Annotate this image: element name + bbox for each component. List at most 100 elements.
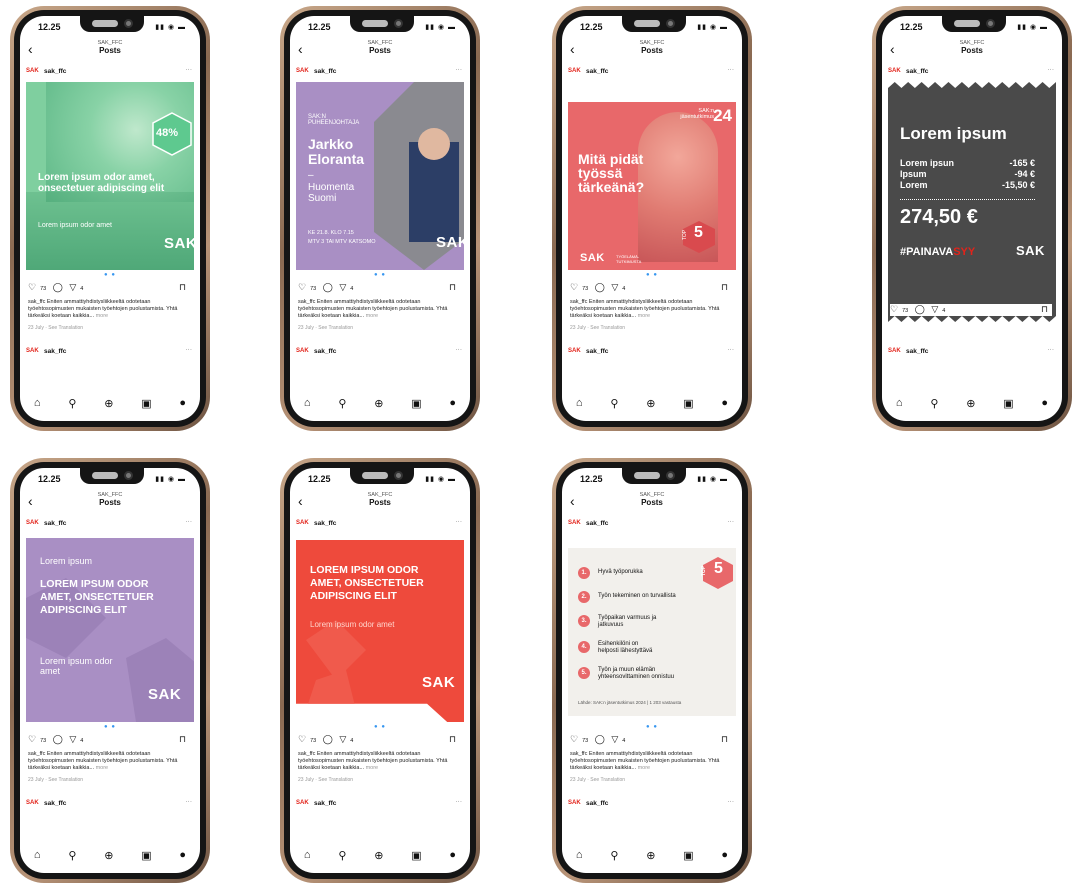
sak-avatar[interactable]: SAK [26,800,39,806]
comment-icon[interactable]: ◯ [323,734,333,744]
more-link[interactable]: more [638,313,651,319]
receipt-post[interactable]: Lorem ipsum Lorem ipsun -165 € Ipsum -94 €… [888,82,1056,322]
comment-icon[interactable]: ◯ [915,304,925,314]
post-author-row[interactable]: SAK sak_ffc ··· [26,518,194,530]
back-icon[interactable]: ‹ [28,494,33,508]
back-icon[interactable]: ‹ [890,42,895,56]
post-date[interactable]: 23 July · See Translation [570,777,625,783]
post-date[interactable]: 23 July · See Translation [298,777,353,783]
post-username[interactable]: sak_ffc [314,68,336,75]
sak-avatar[interactable]: SAK [568,68,581,74]
search-icon[interactable]: ⚲ [610,397,618,413]
post-image[interactable]: LOREM IPSUM ODOR AMET, ONSECTETUER ADIPI… [296,540,464,722]
sak-avatar[interactable]: SAK [26,520,39,526]
search-icon[interactable]: ⚲ [338,397,346,413]
comment-icon[interactable]: ◯ [595,734,605,744]
more-options-icon[interactable]: ··· [456,518,463,525]
more-options-icon[interactable]: ··· [1048,66,1055,73]
sak-avatar[interactable]: SAK [568,348,581,354]
post-author-row[interactable]: SAK sak_ffc ··· [568,518,736,530]
post-image[interactable]: SAK:N PUHEENJOHTAJA Jarkko Eloranta – Hu… [296,82,464,270]
next-post-author-row[interactable]: SAK sak_ffc ··· [888,346,1056,358]
create-icon[interactable]: ⊕ [646,397,655,413]
reels-icon[interactable]: ▣ [683,397,693,413]
heart-icon[interactable]: ♡ [298,734,306,744]
next-post-author-row[interactable]: SAK sak_ffc ··· [296,798,464,810]
create-icon[interactable]: ⊕ [104,397,113,413]
more-options-icon[interactable]: ··· [456,798,463,805]
post-image[interactable]: TOP 5 1. Hyvä työporukka 2. Työn tekemin… [568,548,736,716]
reels-icon[interactable]: ▣ [141,397,151,413]
more-options-icon[interactable]: ··· [728,346,735,353]
sak-avatar[interactable]: SAK [296,68,309,74]
reels-icon[interactable]: ▣ [141,849,151,865]
create-icon[interactable]: ⊕ [104,849,113,865]
sak-avatar[interactable]: SAK [888,68,901,74]
home-icon[interactable]: ⌂ [34,849,41,865]
profile-icon[interactable]: ● [449,397,456,413]
heart-icon[interactable]: ♡ [28,734,36,744]
home-icon[interactable]: ⌂ [34,397,41,413]
post-username[interactable]: sak_ffc [314,520,336,527]
post-author-row[interactable]: SAK sak_ffc ··· [296,518,464,530]
sak-avatar[interactable]: SAK [296,800,309,806]
post-username[interactable]: sak_ffc [44,348,66,355]
search-icon[interactable]: ⚲ [930,397,938,413]
bookmark-icon[interactable]: ⊓ [721,282,728,293]
post-username[interactable]: sak_ffc [586,348,608,355]
heart-icon[interactable]: ♡ [28,282,36,292]
bookmark-icon[interactable]: ⊓ [721,734,728,745]
more-options-icon[interactable]: ··· [728,518,735,525]
search-icon[interactable]: ⚲ [68,397,76,413]
bookmark-icon[interactable]: ⊓ [449,282,456,293]
more-link[interactable]: more [96,313,109,319]
next-post-author-row[interactable]: SAK sak_ffc ··· [296,346,464,358]
bookmark-icon[interactable]: ⊓ [179,734,186,745]
heart-icon[interactable]: ♡ [570,734,578,744]
post-username[interactable]: sak_ffc [314,348,336,355]
bookmark-icon[interactable]: ⊓ [449,734,456,745]
comment-icon[interactable]: ◯ [595,282,605,292]
profile-icon[interactable]: ● [721,397,728,413]
sak-avatar[interactable]: SAK [296,520,309,526]
post-author-row[interactable]: SAK sak_ffc ··· [888,66,1056,78]
more-link[interactable]: more [366,313,379,319]
profile-icon[interactable]: ● [179,397,186,413]
share-icon[interactable]: ▽ [611,282,618,292]
more-options-icon[interactable]: ··· [186,518,193,525]
back-icon[interactable]: ‹ [298,494,303,508]
home-icon[interactable]: ⌂ [304,849,311,865]
bookmark-icon[interactable]: ⊓ [179,282,186,293]
post-date[interactable]: 23 July · See Translation [298,325,353,331]
post-image[interactable]: Lorem ipsum LOREM IPSUM ODOR AMET, ONSEC… [26,538,194,722]
reels-icon[interactable]: ▣ [1003,397,1013,413]
post-username[interactable]: sak_ffc [586,520,608,527]
sak-avatar[interactable]: SAK [568,800,581,806]
home-icon[interactable]: ⌂ [896,397,903,413]
comment-icon[interactable]: ◯ [323,282,333,292]
more-link[interactable]: more [96,765,109,771]
next-post-author-row[interactable]: SAK sak_ffc ··· [568,798,736,810]
post-date[interactable]: 23 July · See Translation [28,777,83,783]
more-options-icon[interactable]: ··· [456,66,463,73]
profile-icon[interactable]: ● [721,849,728,865]
more-options-icon[interactable]: ··· [1048,346,1055,353]
create-icon[interactable]: ⊕ [374,397,383,413]
sak-avatar[interactable]: SAK [568,520,581,526]
next-post-author-row[interactable]: SAK sak_ffc ··· [568,346,736,358]
reels-icon[interactable]: ▣ [683,849,693,865]
next-post-author-row[interactable]: SAK sak_ffc ··· [26,798,194,810]
more-options-icon[interactable]: ··· [186,66,193,73]
post-username[interactable]: sak_ffc [44,68,66,75]
post-username[interactable]: sak_ffc [906,348,928,355]
search-icon[interactable]: ⚲ [610,849,618,865]
share-icon[interactable]: ▽ [339,734,346,744]
create-icon[interactable]: ⊕ [646,849,655,865]
more-options-icon[interactable]: ··· [456,346,463,353]
comment-icon[interactable]: ◯ [53,282,63,292]
search-icon[interactable]: ⚲ [68,849,76,865]
profile-icon[interactable]: ● [1041,397,1048,413]
heart-icon[interactable]: ♡ [890,304,898,314]
create-icon[interactable]: ⊕ [966,397,975,413]
post-username[interactable]: sak_ffc [906,68,928,75]
